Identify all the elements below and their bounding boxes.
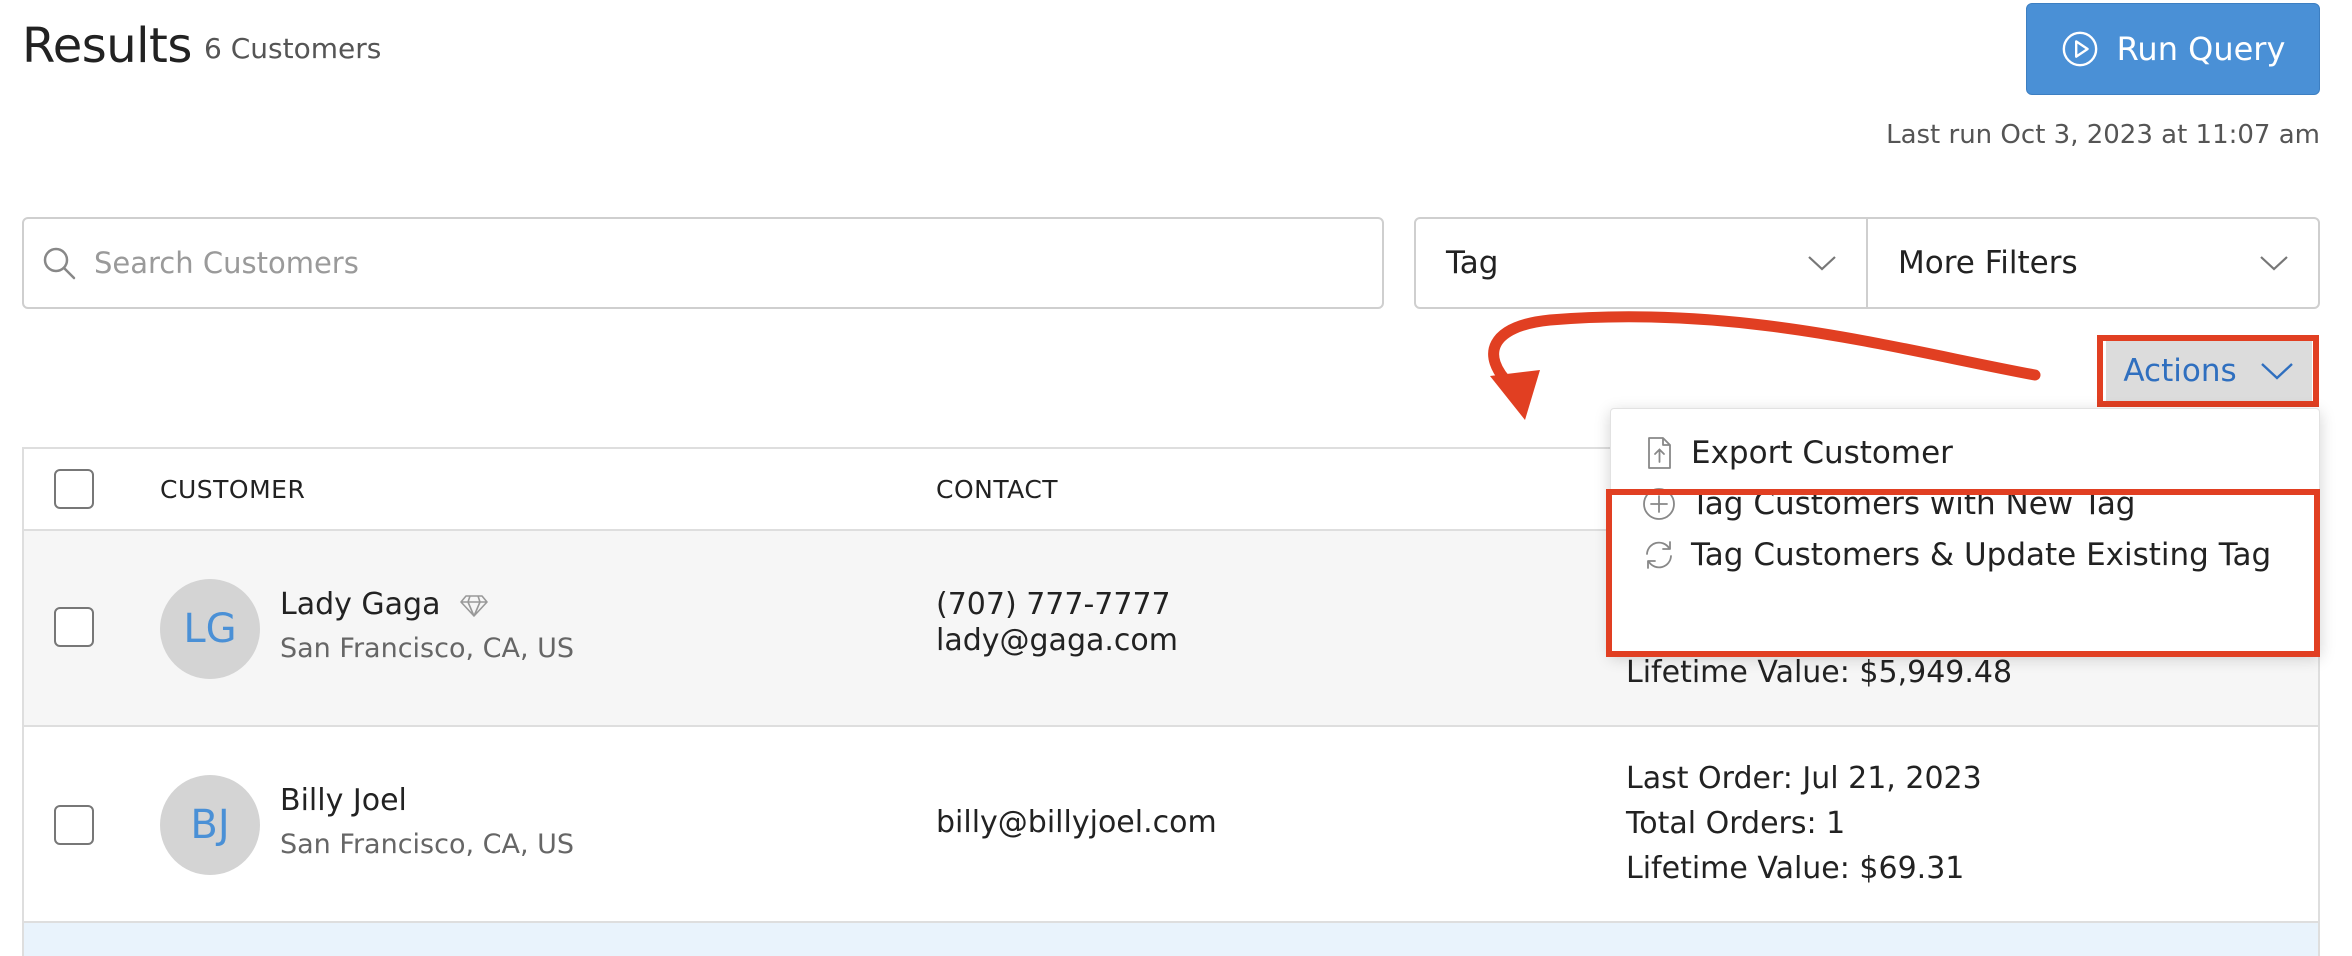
customer-name[interactable]: Lady Gaga (280, 587, 441, 622)
last-run-timestamp: Last run Oct 3, 2023 at 11:07 am (1886, 120, 2320, 150)
select-all-checkbox[interactable] (54, 469, 94, 509)
page-title: Results (22, 18, 192, 74)
tag-filter-dropdown[interactable]: Tag (1414, 217, 1868, 309)
tag-filter-label: Tag (1446, 245, 1499, 281)
customer-email: lady@gaga.com (936, 623, 1178, 658)
avatar: LG (160, 579, 260, 679)
actions-highlight-box (2097, 335, 2319, 407)
row-checkbox[interactable] (54, 607, 94, 647)
annotation-arrow-icon (1488, 311, 2041, 420)
customer-phone: (707) 777-7777 (936, 587, 1171, 622)
search-input[interactable] (94, 246, 1294, 280)
customer-name[interactable]: Billy Joel (280, 783, 407, 818)
chevron-down-icon (2260, 256, 2288, 271)
column-header-contact: CONTACT (936, 475, 1059, 504)
play-circle-icon (2062, 31, 2097, 67)
column-header-customer: CUSTOMER (160, 475, 306, 504)
menu-item-label: Export Customer (1691, 435, 1953, 471)
run-query-button[interactable]: Run Query (2026, 3, 2320, 95)
customer-total-orders: Total Orders: 1 (1626, 806, 1846, 841)
customer-last-order: Last Order: Jul 21, 2023 (1626, 761, 1982, 796)
customer-email: billy@billyjoel.com (936, 805, 1217, 840)
run-query-label: Run Query (2116, 30, 2286, 68)
menu-item-export-customer[interactable]: Export Customer (1641, 435, 1953, 471)
avatar: BJ (160, 775, 260, 875)
more-filters-dropdown[interactable]: More Filters (1866, 217, 2320, 309)
table-row[interactable]: BJ Billy Joel San Francisco, CA, US bill… (24, 727, 2318, 923)
export-file-icon (1648, 437, 1671, 469)
customer-lifetime-value: Lifetime Value: $5,949.48 (1626, 655, 2013, 690)
customer-lifetime-value: Lifetime Value: $69.31 (1626, 851, 1965, 886)
customer-location: San Francisco, CA, US (280, 633, 575, 664)
results-count: 6 Customers (204, 32, 382, 65)
diamond-icon (460, 594, 488, 617)
row-checkbox[interactable] (54, 805, 94, 845)
menu-highlight-box (1606, 489, 2320, 657)
chevron-down-icon (1808, 256, 1836, 271)
customer-name-row: Lady Gaga (280, 587, 488, 622)
table-row[interactable] (24, 923, 2318, 956)
search-icon (43, 247, 76, 280)
search-box[interactable] (22, 217, 1384, 309)
more-filters-label: More Filters (1898, 245, 2078, 281)
customer-location: San Francisco, CA, US (280, 829, 575, 860)
